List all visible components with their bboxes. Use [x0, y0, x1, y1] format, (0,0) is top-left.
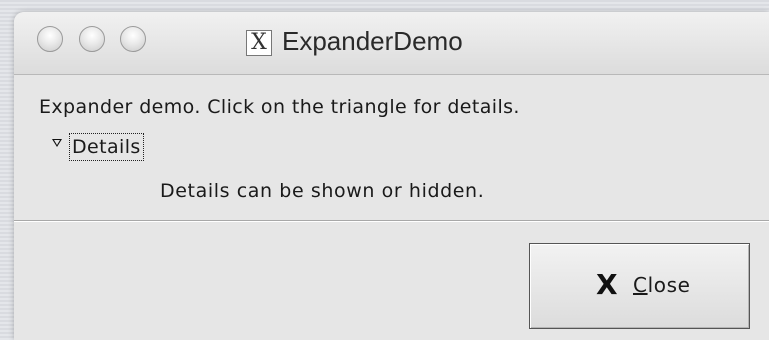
window-content: Expander demo. Click on the triangle for… [14, 75, 769, 340]
close-mnemonic: C [633, 273, 648, 297]
minimize-window-button[interactable] [79, 26, 105, 52]
window-title: ExpanderDemo [282, 26, 463, 56]
expander-triangle-down-icon[interactable] [52, 139, 62, 147]
instruction-label: Expander demo. Click on the triangle for… [39, 96, 520, 118]
expander-label[interactable]: Details [69, 133, 144, 161]
title-bar[interactable]: X ExpanderDemo [14, 12, 769, 75]
app-window: X ExpanderDemo Expander demo. Click on t… [14, 12, 769, 340]
close-label-rest: lose [647, 273, 691, 297]
separator [14, 220, 769, 222]
zoom-window-button[interactable] [120, 26, 146, 52]
x-icon: X [596, 268, 618, 301]
close-button-label: Close [633, 273, 691, 297]
expander-details-text: Details can be shown or hidden. [160, 180, 485, 202]
x11-app-icon: X [246, 30, 272, 56]
close-button[interactable]: X Close [529, 243, 750, 329]
close-window-button[interactable] [37, 26, 63, 52]
